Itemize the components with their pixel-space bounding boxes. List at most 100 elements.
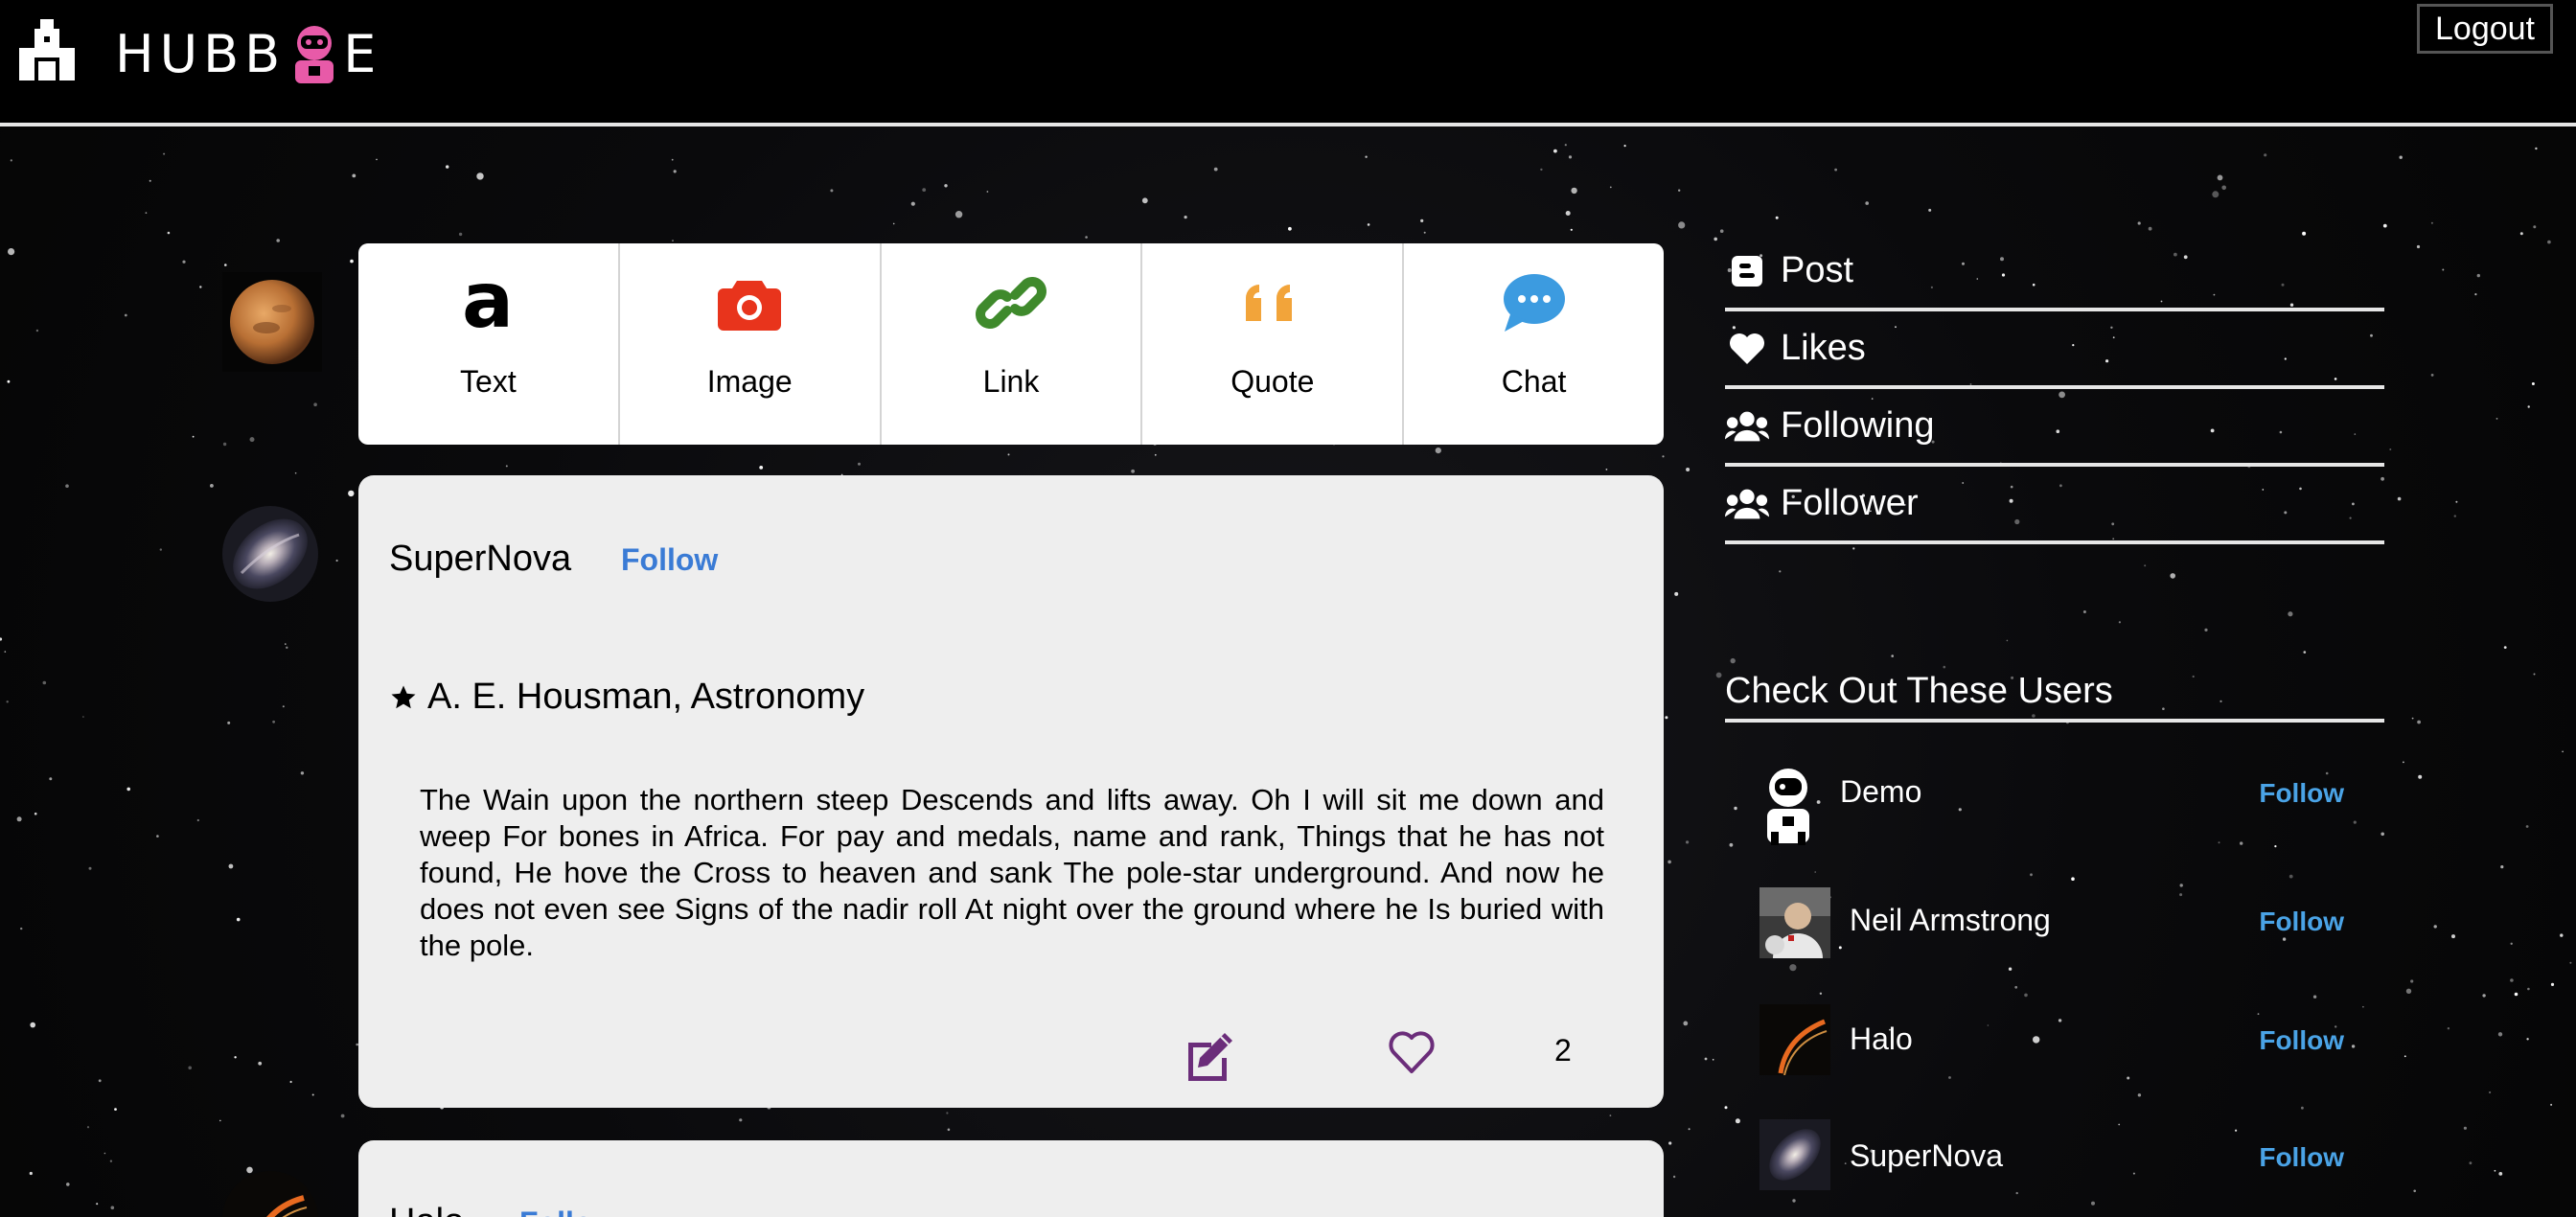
brand-logo[interactable]: HUBB E [115, 23, 381, 84]
post-title: A. E. Housman, Astronomy [389, 677, 864, 718]
suggested-user-name[interactable]: Halo [1850, 1022, 1913, 1057]
star-dot [285, 643, 287, 645]
star-dot [2496, 418, 2498, 420]
suggested-user-row: Neil Armstrong Follow [1760, 887, 2384, 983]
top-header: HUBB E Logout [0, 0, 2576, 126]
star-dot [1714, 237, 1717, 241]
suggested-user-name[interactable]: Neil Armstrong [1850, 903, 2051, 938]
star-dot [1674, 591, 1679, 596]
star-dot [227, 721, 231, 724]
camera-icon [711, 264, 788, 341]
suggested-user-row: Demo Follow [1760, 765, 2384, 861]
star-dot [2533, 225, 2537, 229]
post-type-quote[interactable]: Quote [1142, 243, 1405, 445]
star-dot [350, 259, 354, 264]
sidebar-item-post[interactable]: Post [1725, 234, 2384, 311]
star-dot [1571, 187, 1577, 195]
star-dot [246, 1166, 253, 1174]
user-avatar-supernova[interactable] [1760, 1119, 1830, 1190]
heart-outline-icon[interactable] [1386, 1025, 1438, 1077]
post-follow-link[interactable]: Follow [621, 542, 718, 578]
star-dot [944, 184, 948, 188]
star-dot [446, 165, 449, 169]
star-dot [2301, 1106, 2304, 1110]
star-dot [2500, 865, 2504, 869]
star-dot [376, 158, 378, 161]
post2-follow-link[interactable]: Follow [519, 1206, 616, 1217]
edit-icon[interactable] [1183, 1029, 1236, 1083]
star-dot [98, 1079, 102, 1083]
star-dot [4, 651, 7, 653]
star-dot [892, 222, 895, 225]
star-dot [0, 637, 3, 641]
star-dot [2531, 382, 2535, 385]
rocket-logo-icon[interactable] [13, 19, 80, 80]
star-dot [8, 248, 15, 256]
suggested-user-name[interactable]: SuperNova [1850, 1138, 2003, 1174]
star-dot [1007, 453, 1010, 456]
star-dot [2024, 993, 2028, 998]
blogger-icon [1725, 252, 1769, 290]
star-dot [2148, 226, 2152, 231]
star-dot [2288, 874, 2293, 879]
star-dot [1568, 155, 1573, 159]
star-dot [2550, 982, 2555, 986]
star-dot [2430, 374, 2434, 377]
sidebar-item-following[interactable]: Following [1725, 389, 2384, 467]
star-dot [2510, 978, 2514, 982]
post-type-link[interactable]: Link [882, 243, 1143, 445]
post-author-name[interactable]: SuperNova [389, 539, 571, 580]
star-dot [272, 720, 275, 723]
sidebar-item-likes[interactable]: Likes [1725, 311, 2384, 389]
star-dot [163, 152, 166, 155]
star-dot [335, 559, 338, 563]
star-dot [2562, 750, 2564, 753]
star-dot [219, 1119, 221, 1122]
star-dot [1540, 168, 1543, 172]
star-dot [1734, 806, 1737, 811]
star-dot [2550, 1103, 2553, 1106]
suggested-user-follow[interactable]: Follow [2259, 907, 2344, 937]
brand-logo-text-left: HUBB [115, 23, 287, 84]
star-dot [210, 484, 214, 488]
suggested-user-name[interactable]: Demo [1840, 774, 1921, 810]
star-dot [2482, 994, 2486, 998]
post2-author-name[interactable]: Halo [389, 1202, 464, 1217]
logout-button[interactable]: Logout [2417, 4, 2553, 54]
star-dot [2410, 979, 2414, 983]
user-avatar-neil[interactable] [1760, 887, 1830, 958]
star-dot [249, 437, 255, 443]
post-type-image[interactable]: Image [620, 243, 882, 445]
star-dot [6, 700, 9, 703]
star-dot [2535, 147, 2538, 150]
star-dot [1605, 469, 1608, 471]
post-type-chat[interactable]: Chat [1404, 243, 1664, 445]
post-author-avatar[interactable] [222, 506, 318, 602]
star-dot [188, 1066, 192, 1070]
suggested-user-follow[interactable]: Follow [2259, 1025, 2344, 1056]
suggested-user-row: Halo Follow [1760, 1004, 2384, 1100]
star-dot [1715, 672, 1722, 678]
star-dot [922, 188, 927, 192]
user-avatar-halo[interactable] [1760, 1004, 1830, 1075]
star-dot [1779, 570, 1782, 573]
sidebar-item-follower[interactable]: Follower [1725, 467, 2384, 544]
star-dot [311, 1093, 314, 1096]
astronaut-avatar-icon[interactable] [1760, 765, 1830, 845]
star-dot [1865, 201, 1869, 205]
star-dot [145, 212, 148, 214]
post-type-text[interactable]: a Text [358, 243, 620, 445]
star-dot [1154, 453, 1157, 456]
suggested-user-follow[interactable]: Follow [2259, 778, 2344, 809]
users-icon [1725, 407, 1769, 446]
star-dot [2430, 221, 2433, 224]
star-dot [1678, 221, 1686, 229]
star-dot [2137, 221, 2141, 225]
current-user-avatar[interactable] [222, 272, 322, 372]
star-dot [2399, 155, 2403, 159]
star-dot [2413, 1189, 2416, 1193]
star-dot [2510, 942, 2513, 945]
suggested-user-follow[interactable]: Follow [2259, 1142, 2344, 1173]
star-dot [1735, 1118, 1740, 1124]
star-dot [2170, 573, 2175, 579]
